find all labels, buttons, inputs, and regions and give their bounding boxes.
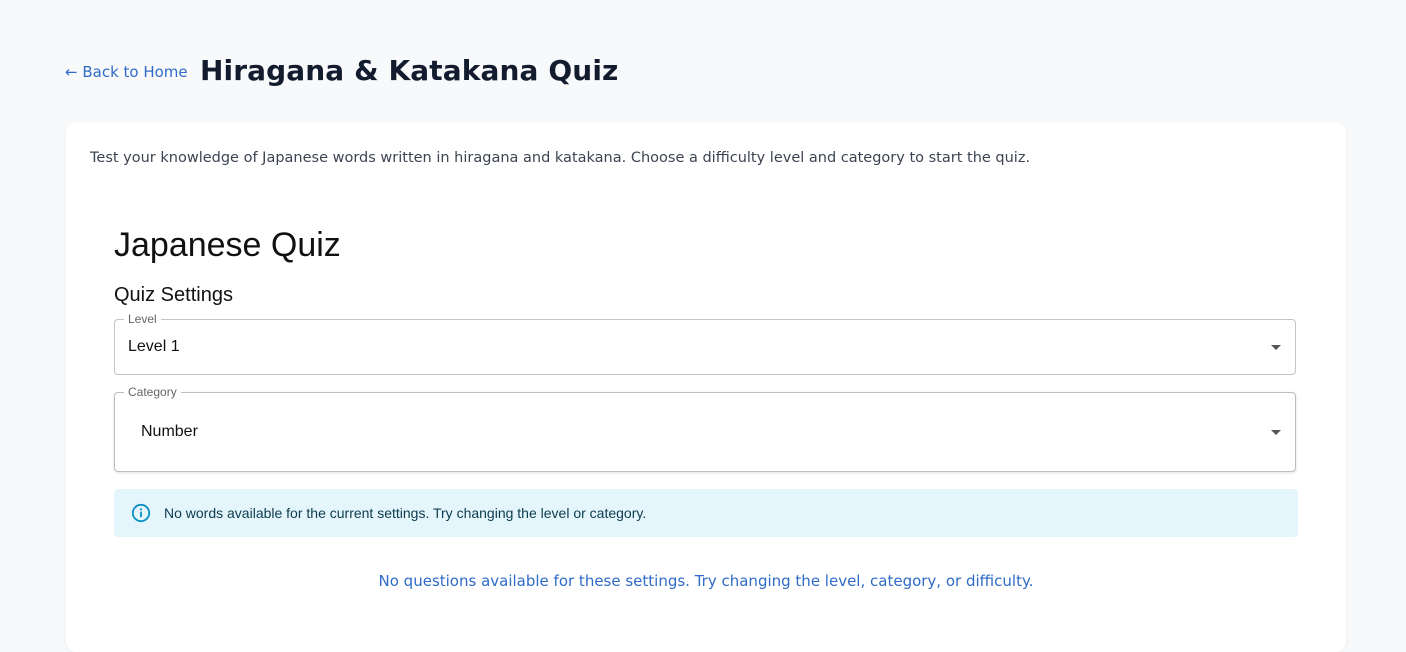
page-title: Hiragana & Katakana Quiz [200,54,619,87]
category-select-label: Category [124,385,181,399]
no-questions-message: No questions available for these setting… [378,572,1034,590]
category-select[interactable]: Category Number [114,385,1296,472]
chevron-down-icon [1271,430,1281,435]
level-select-value: Level 1 [128,338,180,355]
back-to-home-link[interactable]: ← Back to Home [65,63,188,81]
quiz-card: Test your knowledge of Japanese words wr… [66,122,1346,652]
chevron-down-icon [1271,345,1281,350]
level-select-label: Level [124,312,161,326]
quiz-title: Japanese Quiz [114,226,341,264]
quiz-settings-heading: Quiz Settings [114,284,233,306]
level-select[interactable]: Level Level 1 [114,312,1296,375]
page-header: ← Back to Home Hiragana & Katakana Quiz [0,0,1406,122]
quiz-intro-text: Test your knowledge of Japanese words wr… [90,150,1031,166]
category-select-value: Number [141,423,198,440]
info-icon [131,503,151,523]
info-alert: No words available for the current setti… [114,489,1298,537]
info-alert-text: No words available for the current setti… [164,505,647,521]
